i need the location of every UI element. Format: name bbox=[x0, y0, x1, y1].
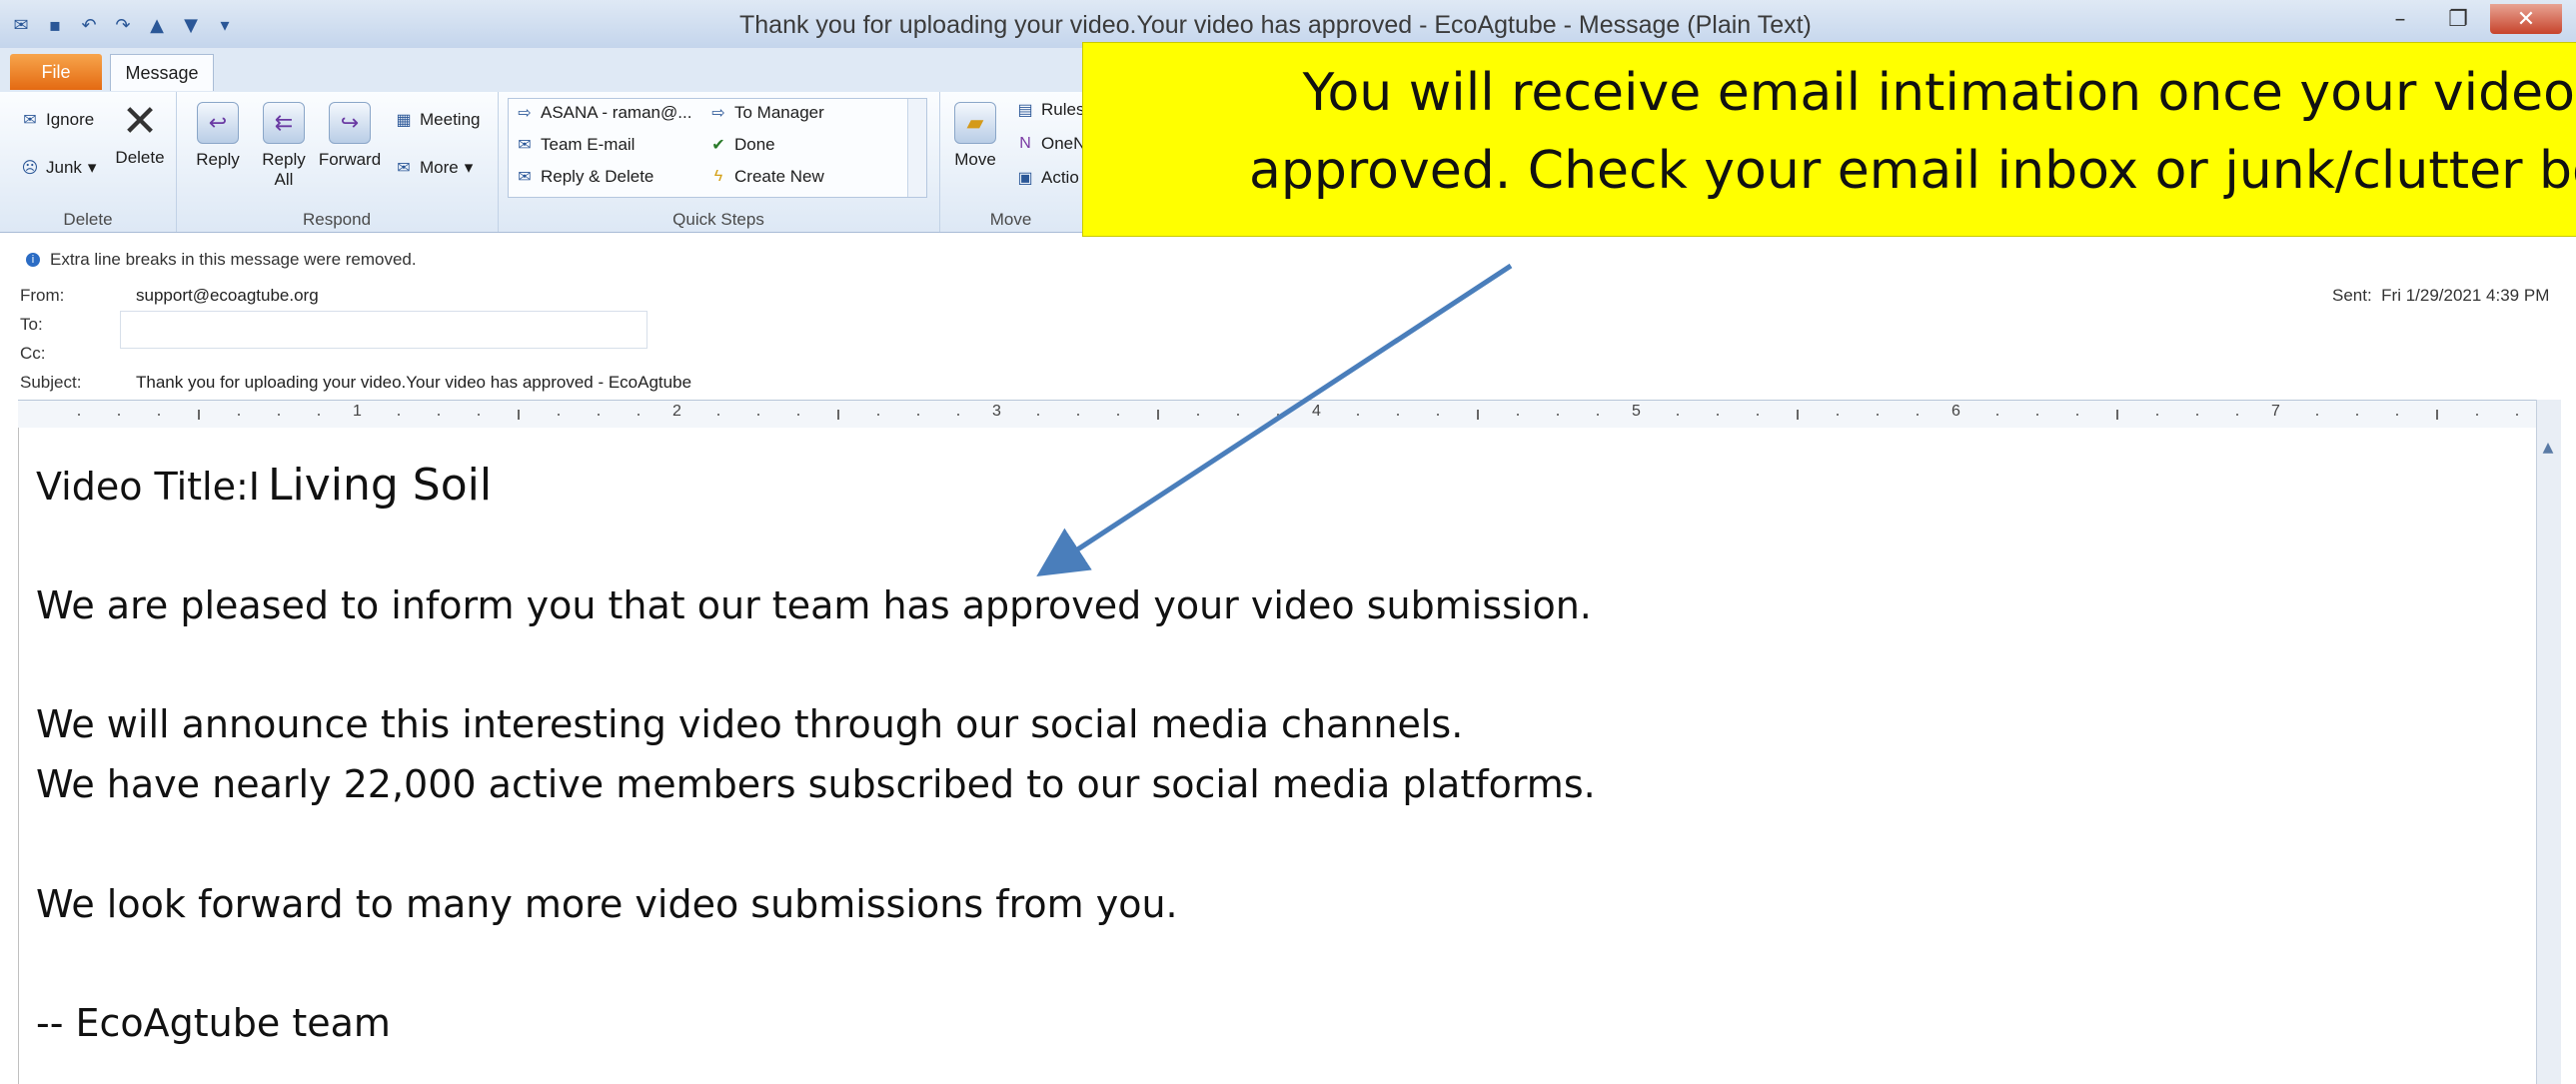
annotation-arrow bbox=[1036, 263, 1513, 576]
arrow-line bbox=[1036, 263, 1513, 576]
